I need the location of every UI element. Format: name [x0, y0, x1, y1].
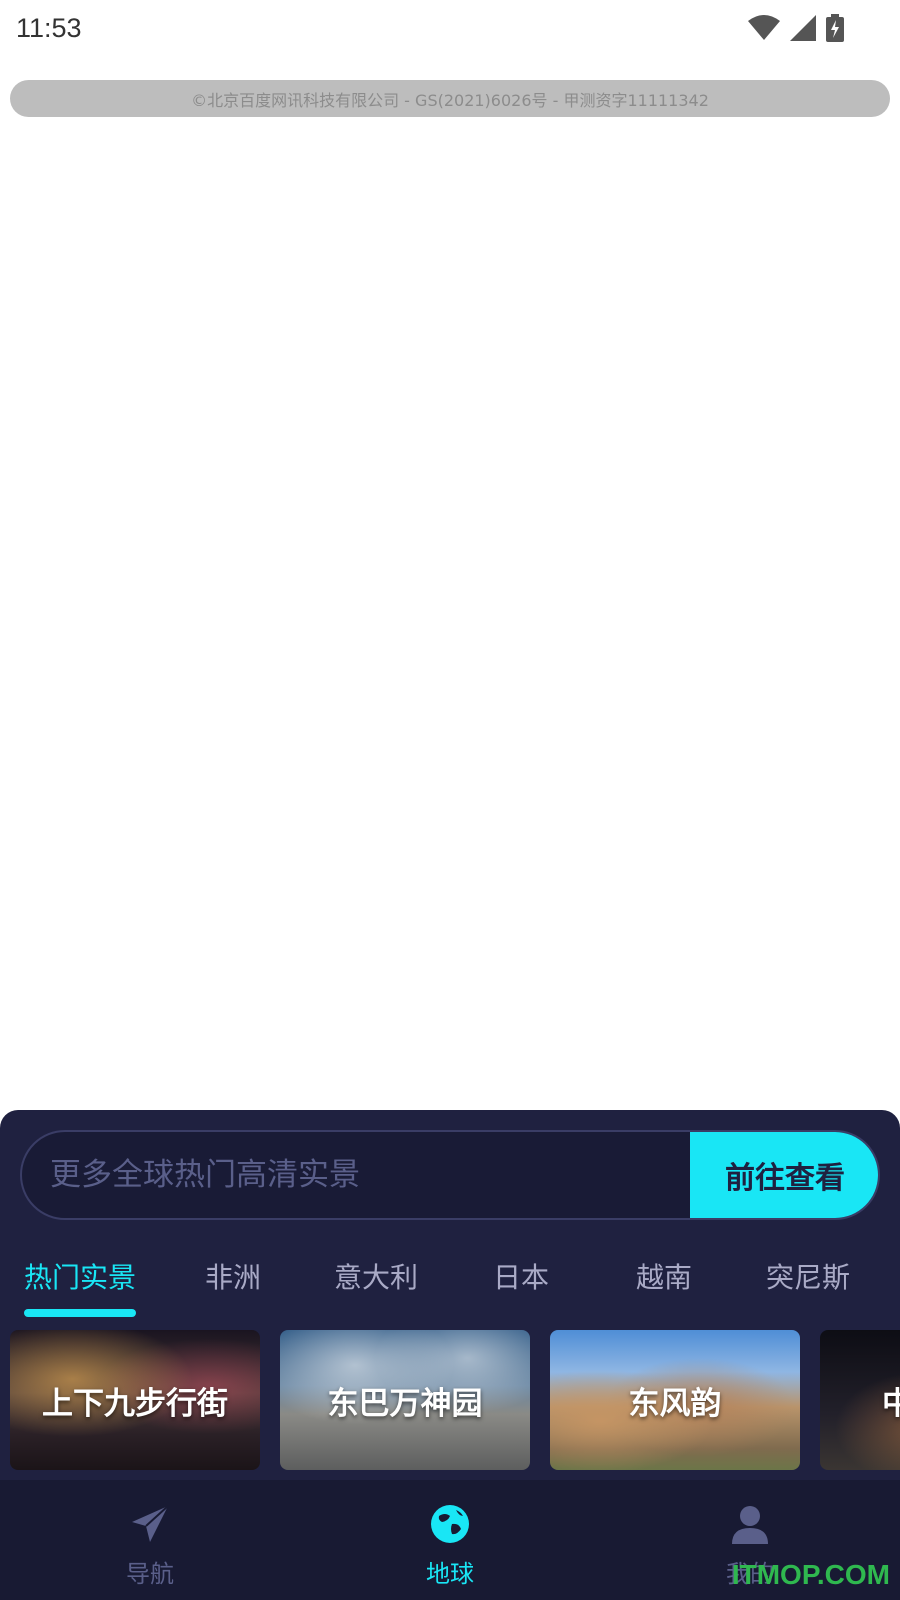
scenery-card[interactable]: 东风韵	[550, 1330, 800, 1470]
globe-icon	[430, 1504, 470, 1544]
tab-italy[interactable]: 意大利	[334, 1250, 418, 1306]
scenery-card-list: 上下九步行街 东巴万神园 东风韵 中	[0, 1330, 900, 1472]
signal-icon	[790, 15, 816, 41]
scenery-card-label: 东巴万神园	[327, 1385, 483, 1422]
go-view-button[interactable]: 前往查看	[690, 1132, 878, 1218]
tab-tunisia[interactable]: 突尼斯	[766, 1250, 850, 1306]
map-copyright: ©北京百度网讯科技有限公司 - GS(2021)6026号 - 甲测资字1111…	[10, 80, 890, 117]
tab-hot-scenery[interactable]: 热门实景	[24, 1250, 136, 1306]
battery-charging-icon	[826, 14, 844, 42]
tab-africa[interactable]: 非洲	[205, 1250, 261, 1306]
tab-vietnam[interactable]: 越南	[636, 1250, 692, 1306]
status-time: 11:53	[16, 12, 82, 43]
search-bar[interactable]: 更多全球热门高清实景 前往查看	[20, 1130, 880, 1220]
map-view[interactable]	[0, 120, 900, 1110]
active-tab-indicator	[24, 1309, 136, 1317]
nav-label: 导航	[126, 1560, 174, 1588]
region-tabs: 热门实景 非洲 意大利 日本 越南 突尼斯	[0, 1250, 900, 1310]
scenery-card-label: 中	[882, 1385, 900, 1422]
scenery-card[interactable]: 中	[820, 1330, 900, 1470]
site-watermark: ITMOP.COM	[731, 1559, 890, 1590]
search-placeholder[interactable]: 更多全球热门高清实景	[50, 1132, 360, 1218]
user-icon	[730, 1504, 770, 1544]
nav-label: 地球	[426, 1560, 474, 1588]
tab-japan[interactable]: 日本	[493, 1250, 549, 1306]
scenery-card-label: 东风韵	[628, 1385, 722, 1422]
scenery-card[interactable]: 东巴万神园	[280, 1330, 530, 1470]
scenery-card[interactable]: 上下九步行街	[10, 1330, 260, 1470]
status-icons	[748, 14, 884, 42]
wifi-icon	[748, 15, 780, 41]
scenery-panel: 更多全球热门高清实景 前往查看 热门实景 非洲 意大利 日本 越南 突尼斯 上下…	[0, 1110, 900, 1480]
scenery-card-label: 上下九步行街	[42, 1385, 228, 1422]
status-bar: 11:53	[0, 0, 900, 56]
nav-item-globe[interactable]: 地球	[350, 1480, 550, 1600]
app-screen: 11:53 ©北京百度网讯科技有限公司 - GS(2021)6026号 - 甲测…	[0, 0, 900, 1600]
paper-plane-icon	[130, 1504, 170, 1544]
nav-item-navigation[interactable]: 导航	[50, 1480, 250, 1600]
